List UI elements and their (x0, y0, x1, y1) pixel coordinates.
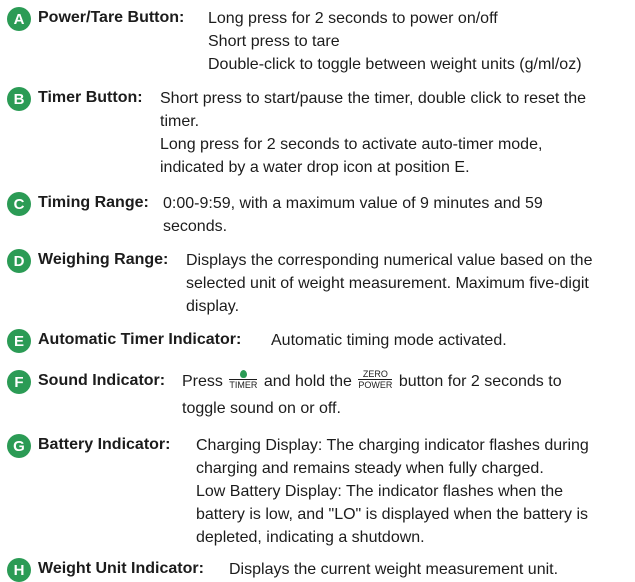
item-line: Double-click to toggle between weight un… (208, 56, 582, 73)
item-line: 0:00-9:59, with a maximum value of 9 min… (163, 195, 543, 212)
item-line: Press TIMER and hold the ZERO POWER butt… (182, 369, 562, 393)
badge-h: H (7, 558, 31, 582)
item-title: Timing Range: (38, 194, 149, 211)
item-line: display. (186, 298, 240, 315)
item-line: Charging Display: The charging indicator… (196, 437, 589, 454)
item-line: toggle sound on or off. (182, 400, 341, 417)
item-line: Displays the current weight measurement … (229, 561, 559, 578)
timer-button-symbol: TIMER (229, 369, 258, 390)
power-label: POWER (358, 380, 393, 391)
badge-c: C (7, 192, 31, 216)
timer-label: TIMER (229, 379, 258, 390)
zero-label: ZERO (362, 369, 388, 380)
item-line: Short press to start/pause the timer, do… (160, 90, 586, 107)
item-title: Battery Indicator: (38, 436, 171, 453)
item-title: Weight Unit Indicator: (38, 560, 204, 577)
item-line: Short press to tare (208, 33, 340, 50)
item-line: seconds. (163, 218, 228, 235)
item-line: Long press for 2 seconds to activate aut… (160, 136, 543, 153)
item-line: Long press for 2 seconds to power on/off (208, 10, 498, 27)
item-line: selected unit of weight measurement. Max… (186, 275, 589, 292)
badge-e: E (7, 329, 31, 353)
zero-power-button-symbol: ZERO POWER (358, 369, 393, 391)
item-line: charging and remains steady when fully c… (196, 460, 544, 477)
badge-f: F (7, 370, 31, 394)
item-line: depleted, indicating a shutdown. (196, 529, 425, 546)
badge-d: D (7, 249, 31, 273)
hold-text: and hold the (263, 373, 352, 390)
press-text: Press (182, 373, 223, 390)
item-line: Displays the corresponding numerical val… (186, 252, 593, 269)
button-text: button for 2 seconds to (398, 373, 562, 390)
item-line: timer. (160, 113, 200, 130)
water-drop-icon (239, 369, 247, 378)
item-title: Timer Button: (38, 89, 143, 106)
item-line: indicated by a water drop icon at positi… (160, 159, 470, 176)
badge-g: G (7, 434, 31, 458)
badge-b: B (7, 87, 31, 111)
item-title: Automatic Timer Indicator: (38, 331, 242, 348)
item-line: Automatic timing mode activated. (271, 332, 507, 349)
item-line: battery is low, and "LO" is displayed wh… (196, 506, 589, 523)
item-line: Low Battery Display: The indicator flash… (196, 483, 564, 500)
item-title: Sound Indicator: (38, 372, 166, 389)
item-title: Weighing Range: (38, 251, 169, 268)
item-title: Power/Tare Button: (38, 9, 185, 26)
badge-a: A (7, 7, 31, 31)
